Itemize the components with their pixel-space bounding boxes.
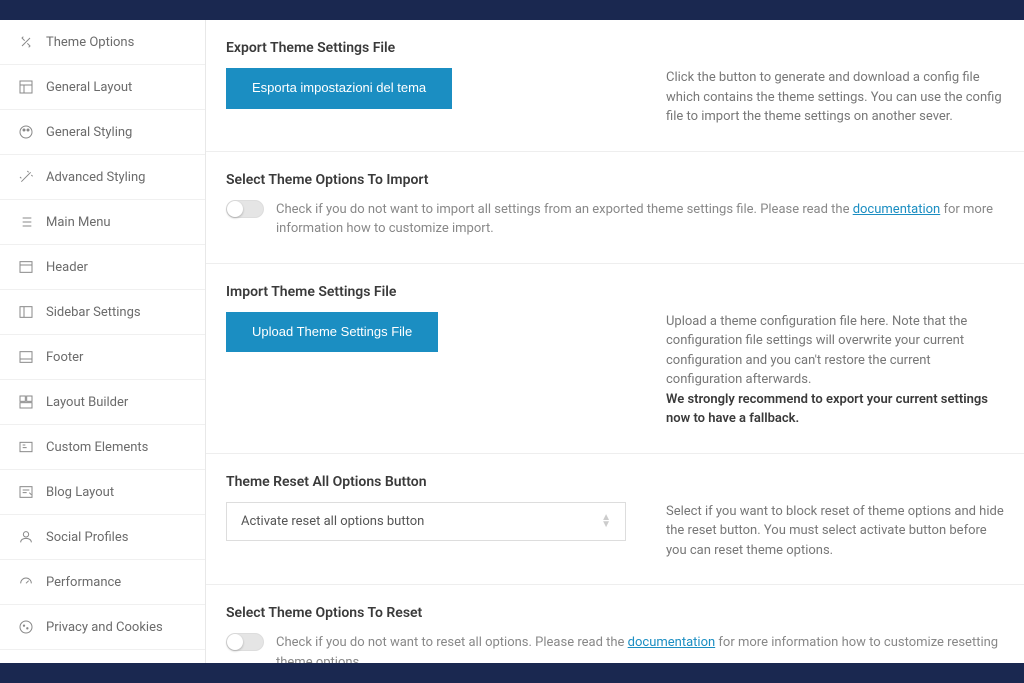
section-description: Upload a theme configuration file here. …	[666, 312, 1004, 429]
sidebar-item-seo-support[interactable]: SEO Support	[0, 650, 205, 663]
top-bar	[0, 0, 1024, 20]
sidebar-item-label: General Layout	[46, 80, 132, 95]
cookie-icon	[18, 619, 34, 635]
toggle-description: Check if you do not want to reset all op…	[276, 633, 1004, 663]
section-theme-reset-all: Theme Reset All Options Button Activate …	[206, 454, 1024, 586]
section-import-theme-settings: Import Theme Settings File Upload Theme …	[206, 264, 1024, 454]
select-updown-icon: ▲▼	[601, 514, 611, 528]
sidebar-icon	[18, 304, 34, 320]
sidebar-item-performance[interactable]: Performance	[0, 560, 205, 605]
reset-options-toggle[interactable]	[226, 633, 264, 651]
wand-icon	[18, 169, 34, 185]
sidebar-item-footer[interactable]: Footer	[0, 335, 205, 380]
sidebar-item-label: Sidebar Settings	[46, 305, 141, 320]
sidebar-item-main-menu[interactable]: Main Menu	[0, 200, 205, 245]
section-title: Export Theme Settings File	[226, 40, 1004, 56]
sidebar-item-label: Footer	[46, 350, 83, 365]
section-select-theme-options-import: Select Theme Options To Import Check if …	[206, 152, 1024, 264]
sidebar-item-general-styling[interactable]: General Styling	[0, 110, 205, 155]
section-description: Select if you want to block reset of the…	[666, 502, 1004, 561]
header-icon	[18, 259, 34, 275]
content-wrapper: Theme Options General Layout General Sty…	[0, 20, 1024, 663]
sidebar-item-label: Layout Builder	[46, 395, 128, 410]
layout-icon	[18, 79, 34, 95]
toggle-description: Check if you do not want to import all s…	[276, 200, 1004, 239]
section-description: Click the button to generate and downloa…	[666, 68, 1004, 127]
documentation-link[interactable]: documentation	[853, 202, 941, 217]
select-value: Activate reset all options button	[241, 514, 424, 529]
builder-icon	[18, 394, 34, 410]
sidebar-item-custom-elements[interactable]: Custom Elements	[0, 425, 205, 470]
sidebar-item-general-layout[interactable]: General Layout	[0, 65, 205, 110]
import-options-toggle[interactable]	[226, 200, 264, 218]
sidebar-item-label: Advanced Styling	[46, 170, 145, 185]
documentation-link[interactable]: documentation	[628, 635, 716, 650]
bottom-bar	[0, 663, 1024, 683]
sidebar-item-header[interactable]: Header	[0, 245, 205, 290]
sidebar-item-label: Theme Options	[46, 35, 134, 50]
upload-theme-settings-button[interactable]: Upload Theme Settings File	[226, 312, 438, 353]
gauge-icon	[18, 574, 34, 590]
footer-icon	[18, 349, 34, 365]
section-export-theme-settings: Export Theme Settings File Esporta impos…	[206, 20, 1024, 152]
user-icon	[18, 529, 34, 545]
section-select-theme-options-reset: Select Theme Options To Reset Check if y…	[206, 585, 1024, 663]
sidebar-item-label: Privacy and Cookies	[46, 620, 163, 635]
sidebar-item-label: Social Profiles	[46, 530, 128, 545]
main-panel: Export Theme Settings File Esporta impos…	[206, 20, 1024, 663]
sidebar-item-theme-options[interactable]: Theme Options	[0, 20, 205, 65]
blog-icon	[18, 484, 34, 500]
sidebar-item-label: General Styling	[46, 125, 132, 140]
sidebar-item-label: Main Menu	[46, 215, 111, 230]
list-icon	[18, 214, 34, 230]
sidebar-item-social-profiles[interactable]: Social Profiles	[0, 515, 205, 560]
sidebar-item-label: Header	[46, 260, 88, 275]
tools-icon	[18, 34, 34, 50]
reset-options-select[interactable]: Activate reset all options button ▲▼	[226, 502, 626, 541]
sidebar-item-advanced-styling[interactable]: Advanced Styling	[0, 155, 205, 200]
sidebar-item-label: Performance	[46, 575, 121, 590]
section-title: Select Theme Options To Reset	[226, 605, 1004, 621]
sidebar-item-label: Custom Elements	[46, 440, 148, 455]
sidebar-item-sidebar-settings[interactable]: Sidebar Settings	[0, 290, 205, 335]
section-title: Theme Reset All Options Button	[226, 474, 1004, 490]
export-theme-settings-button[interactable]: Esporta impostazioni del tema	[226, 68, 452, 109]
section-title: Select Theme Options To Import	[226, 172, 1004, 188]
elements-icon	[18, 439, 34, 455]
sidebar-item-layout-builder[interactable]: Layout Builder	[0, 380, 205, 425]
sidebar-item-blog-layout[interactable]: Blog Layout	[0, 470, 205, 515]
section-title: Import Theme Settings File	[226, 284, 1004, 300]
palette-icon	[18, 124, 34, 140]
sidebar: Theme Options General Layout General Sty…	[0, 20, 206, 663]
sidebar-item-label: Blog Layout	[46, 485, 114, 500]
sidebar-item-privacy-cookies[interactable]: Privacy and Cookies	[0, 605, 205, 650]
